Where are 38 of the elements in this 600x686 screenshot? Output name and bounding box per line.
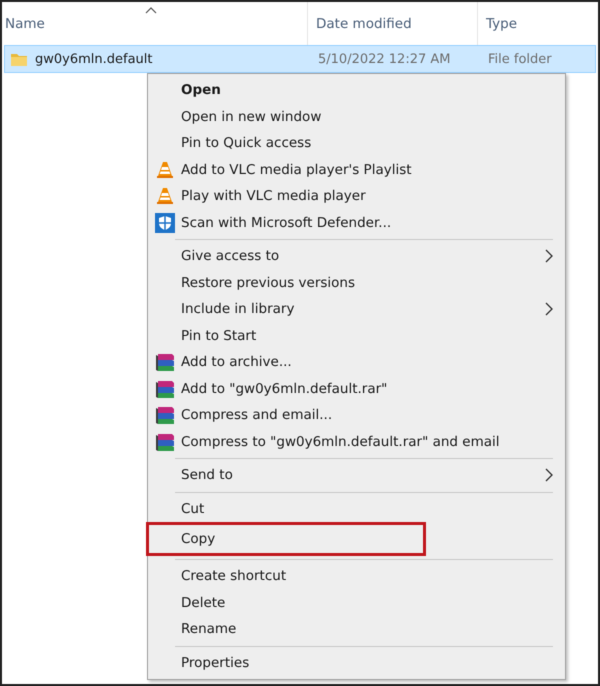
shield-icon [154, 212, 174, 233]
menu-item[interactable]: Open in new window [148, 104, 565, 130]
menu-item[interactable]: Give access to [148, 243, 565, 270]
file-name: gw0y6mln.default [35, 52, 154, 66]
menu-item[interactable]: Open [148, 77, 565, 104]
menu-item[interactable]: Cut [148, 496, 565, 522]
menu-item[interactable]: Rename [148, 616, 565, 642]
stacked-books-icon [154, 352, 174, 372]
chevron-right-icon [545, 302, 553, 316]
menu-item[interactable]: Add to "gw0y6mln.default.rar" [148, 376, 565, 402]
menu-item[interactable]: Send to [148, 462, 565, 488]
menu-item[interactable]: Include in library [148, 296, 565, 322]
stacked-books-icon [154, 405, 174, 426]
traffic-cone-icon [156, 160, 174, 179]
traffic-cone-icon [156, 187, 174, 206]
file-type: File folder [488, 52, 552, 66]
file-row[interactable]: gw0y6mln.default 5/10/2022 12:27 AM File folder [4, 45, 596, 73]
menu-item[interactable]: Compress and email... [148, 402, 565, 428]
column-header[interactable]: Type [478, 2, 598, 45]
menu-item[interactable]: Pin to Start [148, 322, 565, 349]
menu-item[interactable]: Copy [146, 522, 426, 556]
menu-item[interactable]: Play with VLC media player [148, 183, 565, 210]
menu-item[interactable]: Properties [148, 650, 565, 676]
stacked-books-icon [154, 378, 174, 399]
menu-item[interactable]: Add to archive... [148, 349, 565, 376]
menu-item[interactable]: Add to VLC media player's Playlist [148, 156, 565, 183]
menu-item[interactable]: Scan with Microsoft Defender... [148, 210, 565, 236]
menu-item[interactable]: Pin to Quick access [148, 130, 565, 156]
menu-item[interactable]: Restore previous versions [148, 270, 565, 296]
menu-item[interactable]: Delete [148, 590, 565, 616]
date-modified: 5/10/2022 12:27 AM [318, 52, 452, 66]
stacked-books-icon [154, 432, 174, 452]
chevron-right-icon [545, 468, 553, 482]
menu-item[interactable]: Compress to "gw0y6mln.default.rar" and email [148, 428, 565, 455]
folder-icon [11, 52, 27, 66]
sort-caret-icon [144, 7, 156, 14]
menu-item[interactable]: Create shortcut [148, 563, 565, 590]
chevron-right-icon [545, 249, 553, 264]
